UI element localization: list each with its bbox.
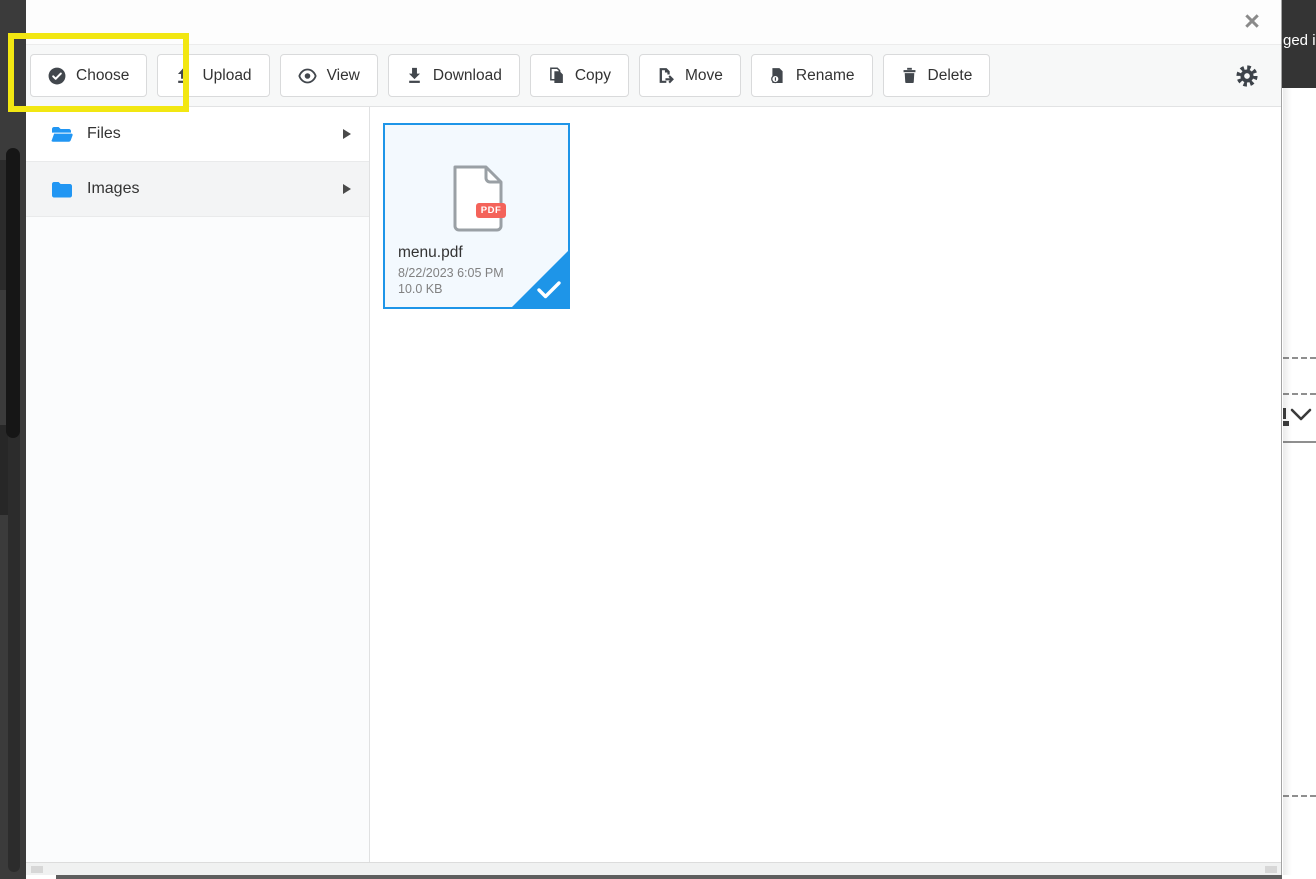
sidebar-item-label: Files xyxy=(87,125,121,142)
scrollbar-thumb[interactable] xyxy=(31,866,43,873)
move-icon xyxy=(659,68,674,84)
file-tile-menu-pdf[interactable]: PDF menu.pdf 8/22/2023 6:05 PM 10.0 KB xyxy=(383,123,570,309)
file-manager-dialog: × Choose Upload View Download Copy Move … xyxy=(26,0,1282,875)
copy-button[interactable]: Copy xyxy=(529,54,630,97)
background-bottom-edge xyxy=(56,875,1282,879)
rename-icon xyxy=(771,68,783,84)
button-label: Copy xyxy=(574,66,612,84)
file-list-area: PDF menu.pdf 8/22/2023 6:05 PM 10.0 KB xyxy=(371,107,1281,862)
button-label: Move xyxy=(685,66,723,84)
sidebar-item-label: Images xyxy=(87,180,140,197)
modal-drop-shadow xyxy=(1283,88,1292,875)
file-manager-toolbar: Choose Upload View Download Copy Move Re… xyxy=(26,44,1281,107)
background-header-text: ged i xyxy=(1283,32,1316,49)
button-label: Download xyxy=(432,66,502,84)
background-scrollbar-thumb[interactable] xyxy=(6,148,20,438)
trash-icon xyxy=(903,67,915,84)
expand-arrow-icon[interactable] xyxy=(343,129,351,139)
expand-arrow-icon[interactable] xyxy=(343,184,351,194)
button-label: Delete xyxy=(927,66,973,84)
upload-icon xyxy=(178,67,190,83)
copy-icon xyxy=(549,67,563,83)
chevron-down-icon[interactable] xyxy=(1289,406,1313,424)
dialog-header: × xyxy=(26,0,1281,44)
upload-button[interactable]: Upload xyxy=(157,54,270,97)
background-header-bar: ged i xyxy=(1282,0,1316,88)
button-label: Rename xyxy=(795,66,855,84)
folder-open-icon xyxy=(51,126,73,142)
check-circle-icon xyxy=(48,67,66,84)
eye-icon xyxy=(297,68,317,83)
view-button[interactable]: View xyxy=(279,54,378,97)
download-icon xyxy=(408,67,420,83)
pdf-file-icon xyxy=(453,165,503,232)
button-label: View xyxy=(326,66,360,84)
gear-icon[interactable] xyxy=(1235,64,1259,88)
button-label: Choose xyxy=(76,66,130,84)
rename-button[interactable]: Rename xyxy=(750,54,873,97)
scrollbar-thumb[interactable] xyxy=(1265,866,1277,873)
folder-tree-sidebar: Files Images xyxy=(26,107,370,862)
pdf-badge: PDF xyxy=(476,203,506,218)
move-button[interactable]: Move xyxy=(639,54,741,97)
sidebar-item-files[interactable]: Files xyxy=(26,107,369,162)
file-manager-body: Files Images PDF menu.pdf 8/22/2023 6:05… xyxy=(26,107,1281,862)
close-icon[interactable]: × xyxy=(1233,2,1271,40)
choose-button[interactable]: Choose xyxy=(30,54,148,97)
file-name: menu.pdf xyxy=(398,244,463,261)
folder-icon xyxy=(52,181,72,197)
file-date: 8/22/2023 6:05 PM xyxy=(398,266,504,280)
background-left-panel xyxy=(0,0,26,879)
button-label: Upload xyxy=(202,66,252,84)
horizontal-scrollbar[interactable] xyxy=(26,862,1281,875)
sidebar-item-images[interactable]: Images xyxy=(26,162,369,217)
screen: ged i × Choose Upload View Download Copy… xyxy=(0,0,1316,879)
file-size: 10.0 KB xyxy=(398,282,443,296)
selected-check-icon xyxy=(537,281,561,299)
download-button[interactable]: Download xyxy=(387,54,520,97)
delete-button[interactable]: Delete xyxy=(882,54,991,97)
